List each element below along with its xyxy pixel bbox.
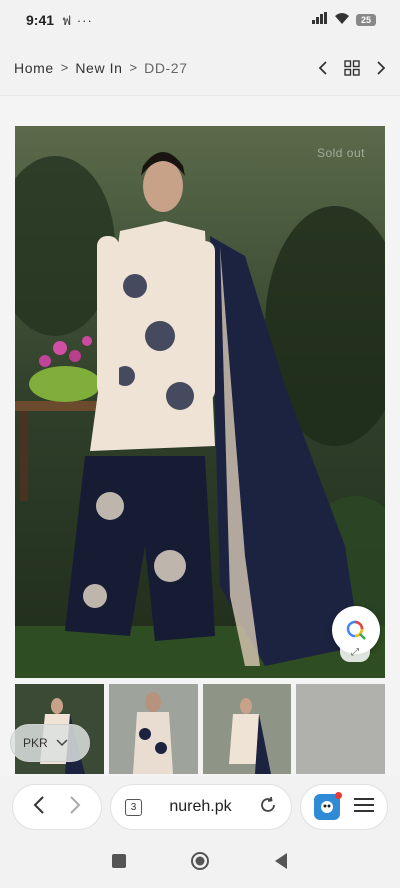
thumbnail-2[interactable] xyxy=(108,684,198,774)
status-notification-icons: ฟ ··· xyxy=(62,12,93,28)
status-bar: 9:41 ฟ ··· 25 xyxy=(0,0,400,40)
expand-icon[interactable]: ⤢ xyxy=(340,642,370,662)
browser-toolbar: 3 nureh.pk xyxy=(0,776,400,838)
chevron-left-icon[interactable] xyxy=(318,60,328,76)
thumbnail-image-icon xyxy=(108,684,198,774)
breadcrumb-home[interactable]: Home xyxy=(14,60,54,76)
sold-out-badge: Sold out xyxy=(316,146,365,160)
product-main-image[interactable]: Sold out xyxy=(15,126,385,678)
wifi-icon xyxy=(334,11,350,29)
browser-menu-buttons xyxy=(300,784,388,830)
url-text[interactable]: nureh.pk xyxy=(154,798,247,816)
tab-count[interactable]: 3 xyxy=(125,798,142,816)
breadcrumb: Home > New In > DD-27 xyxy=(0,40,400,96)
status-time: 9:41 xyxy=(26,12,55,28)
recents-icon[interactable] xyxy=(112,853,126,873)
lens-icon xyxy=(346,620,366,640)
thumbnail-image-icon xyxy=(202,684,292,774)
breadcrumb-separator: > xyxy=(60,60,69,75)
battery-icon: 25 xyxy=(355,14,376,26)
product-nav xyxy=(318,59,386,76)
currency-label: PKR xyxy=(23,736,48,750)
home-icon[interactable] xyxy=(190,851,210,876)
currency-selector[interactable]: PKR xyxy=(10,724,90,762)
back-icon[interactable] xyxy=(32,795,46,820)
menu-icon[interactable] xyxy=(354,797,374,818)
breadcrumb-new-in[interactable]: New In xyxy=(75,60,122,76)
signal-icon xyxy=(311,11,328,29)
status-right-icons: 25 xyxy=(311,11,376,29)
grid-icon[interactable] xyxy=(344,59,360,76)
system-navigation-bar xyxy=(0,838,400,888)
thumbnail-4[interactable] xyxy=(296,684,385,774)
breadcrumb-separator: > xyxy=(129,60,138,75)
nav-buttons xyxy=(12,784,102,830)
address-bar[interactable]: 3 nureh.pk xyxy=(110,784,292,830)
chevron-down-icon xyxy=(56,734,68,752)
thumbnail-image-icon xyxy=(296,684,385,774)
breadcrumb-current: DD-27 xyxy=(144,59,188,76)
notification-dot xyxy=(335,792,342,799)
thumbnail-3[interactable] xyxy=(202,684,292,774)
forward-icon[interactable] xyxy=(68,795,82,820)
chevron-right-icon[interactable] xyxy=(376,60,386,76)
reload-icon[interactable] xyxy=(259,796,277,819)
back-nav-icon[interactable] xyxy=(274,852,288,874)
extension-icon[interactable] xyxy=(314,792,342,820)
product-photo-icon xyxy=(15,126,385,678)
